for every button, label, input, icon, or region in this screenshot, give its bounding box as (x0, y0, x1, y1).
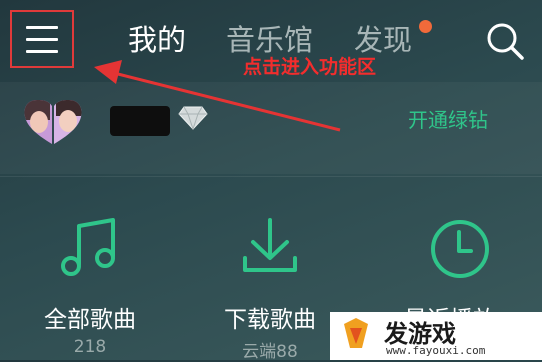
hamburger-menu-icon[interactable] (26, 24, 58, 54)
watermark-logo-icon (344, 318, 368, 348)
feature-download-count: 云端88 (242, 342, 298, 362)
watermark-url: www.fayouxi.com (386, 344, 486, 357)
tab-mine[interactable]: 我的 (128, 22, 186, 58)
avatar[interactable] (20, 94, 86, 150)
username-redacted (110, 106, 170, 136)
feature-all-songs-count: 218 (73, 337, 107, 357)
diamond-icon (178, 106, 208, 130)
watermark: 发游戏 www.fayouxi.com (330, 312, 542, 360)
open-green-diamond-link[interactable]: 开通绿钻 (408, 104, 488, 133)
clock-icon[interactable] (421, 210, 499, 288)
download-icon[interactable] (231, 210, 309, 288)
notification-dot-badge (419, 20, 432, 33)
music-note-icon[interactable] (51, 210, 129, 288)
profile-row[interactable]: 开通绿钻 (0, 82, 542, 174)
annotation-label: 点击进入功能区 (243, 56, 377, 78)
search-icon[interactable] (484, 20, 526, 62)
feature-download-label[interactable]: 下载歌曲 (190, 300, 350, 334)
feature-all-songs-label[interactable]: 全部歌曲 (10, 300, 170, 334)
divider (0, 176, 542, 177)
